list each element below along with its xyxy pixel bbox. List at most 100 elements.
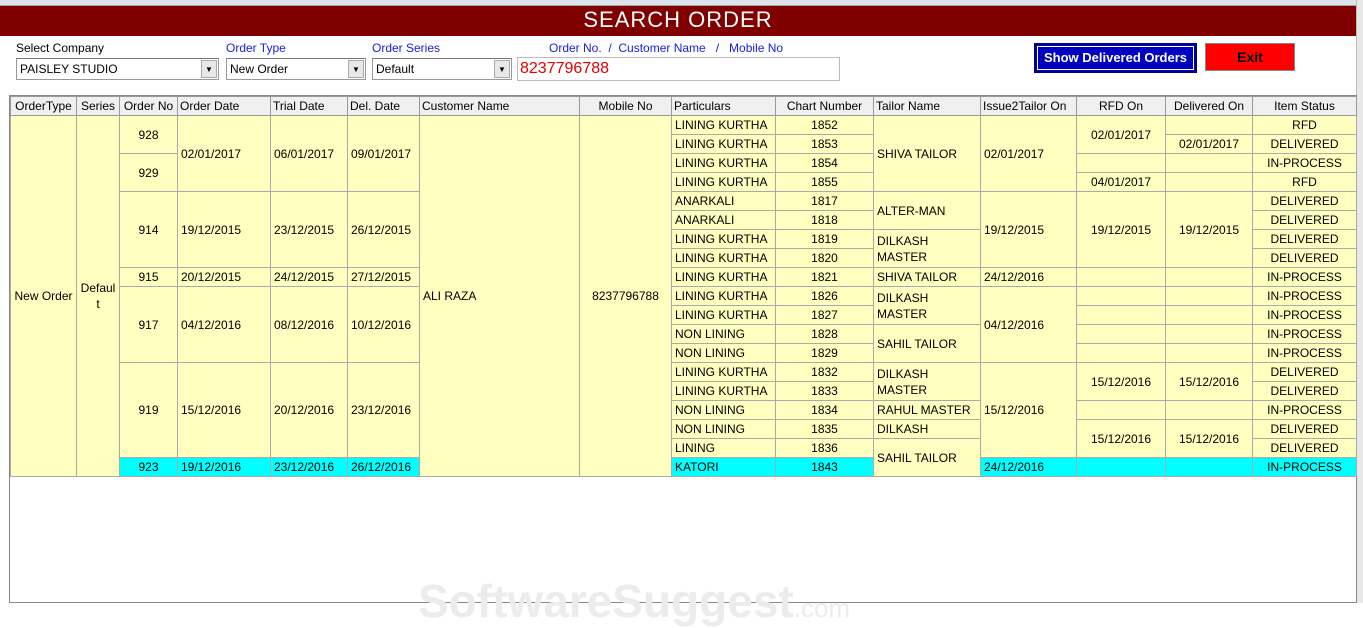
cell-trial_date[interactable]: 23/12/2015 [270, 191, 348, 268]
cell-status[interactable]: DELIVERED [1252, 191, 1357, 211]
cell-rfd[interactable]: 04/01/2017 [1076, 172, 1166, 192]
cell-tailor[interactable]: DILKASH MASTER [873, 362, 981, 401]
cell-status[interactable]: RFD [1252, 115, 1357, 135]
cell-chart[interactable]: 1817 [775, 191, 874, 211]
column-header-trial_date[interactable]: Trial Date [270, 96, 348, 116]
cell-issue[interactable]: 15/12/2016 [980, 362, 1077, 458]
table-row[interactable]: 915 20/12/2015 24/12/2015 27/12/2015 LINING … [11, 267, 1357, 287]
cell-rfd[interactable]: 02/01/2017 [1076, 115, 1166, 154]
cell-particulars[interactable]: LINING KURTHA [671, 134, 776, 154]
cell-issue[interactable]: 04/12/2016 [980, 286, 1077, 363]
cell-mobile[interactable]: 8237796788 [579, 115, 672, 477]
table-row[interactable]: 923 19/12/2016 23/12/2016 26/12/2016 KATORI 1… [11, 457, 1357, 477]
table-row[interactable]: 917 04/12/2016 08/12/2016 10/12/2016 LINING … [11, 286, 1357, 363]
cell-issue[interactable]: 19/12/2015 [980, 191, 1077, 268]
cell-order_type[interactable]: New Order [10, 115, 77, 477]
cell-status[interactable]: IN-PROCESS [1252, 343, 1357, 363]
cell-particulars[interactable]: LINING [671, 438, 776, 458]
cell-rfd[interactable] [1076, 267, 1166, 287]
cell-delivered[interactable]: 15/12/2016 [1165, 362, 1253, 401]
cell-status[interactable]: IN-PROCESS [1252, 400, 1357, 420]
cell-particulars[interactable]: NON LINING [671, 343, 776, 363]
cell-trial_date[interactable]: 08/12/2016 [270, 286, 348, 363]
cell-particulars[interactable]: LINING KURTHA [671, 362, 776, 382]
cell-order_no[interactable]: 929 [119, 153, 178, 192]
column-header-series[interactable]: Series [76, 96, 120, 116]
cell-tailor[interactable]: RAHUL MASTER [873, 400, 981, 420]
company-select[interactable]: PAISLEY STUDIO ▼ [16, 58, 219, 80]
column-header-issue[interactable]: Issue2Tailor On [980, 96, 1077, 116]
cell-trial_date[interactable]: 23/12/2016 [270, 457, 348, 477]
cell-chart[interactable]: 1832 [775, 362, 874, 382]
cell-chart[interactable]: 1827 [775, 305, 874, 325]
table-row[interactable]: 919 15/12/2016 20/12/2016 23/12/2016 LINING … [11, 362, 1357, 458]
cell-chart[interactable]: 1843 [775, 457, 874, 477]
cell-order_no[interactable]: 915 [119, 267, 178, 287]
cell-chart[interactable]: 1818 [775, 210, 874, 230]
cell-issue[interactable]: 02/01/2017 [980, 115, 1077, 192]
cell-chart[interactable]: 1836 [775, 438, 874, 458]
cell-particulars[interactable]: LINING KURTHA [671, 305, 776, 325]
cell-delivered[interactable] [1165, 457, 1253, 477]
table-row[interactable]: 914 19/12/2015 23/12/2015 26/12/2015 ANARKAL… [11, 191, 1357, 268]
cell-status[interactable]: DELIVERED [1252, 248, 1357, 268]
cell-delivered[interactable]: 02/01/2017 [1165, 134, 1253, 154]
cell-status[interactable]: DELIVERED [1252, 438, 1357, 458]
cell-rfd[interactable]: 15/12/2016 [1076, 419, 1166, 458]
cell-chart[interactable]: 1854 [775, 153, 874, 173]
cell-particulars[interactable]: ANARKALI [671, 191, 776, 211]
cell-del_date[interactable]: 10/12/2016 [347, 286, 420, 363]
window-scrollbar[interactable] [1356, 0, 1363, 603]
cell-delivered[interactable] [1165, 172, 1253, 192]
cell-status[interactable]: IN-PROCESS [1252, 457, 1357, 477]
show-delivered-orders-button[interactable]: Show Delivered Orders [1034, 43, 1197, 73]
cell-chart[interactable]: 1835 [775, 419, 874, 439]
cell-status[interactable]: IN-PROCESS [1252, 305, 1357, 325]
cell-particulars[interactable]: NON LINING [671, 324, 776, 344]
cell-order_no[interactable]: 917 [119, 286, 178, 363]
cell-status[interactable]: DELIVERED [1252, 362, 1357, 382]
cell-delivered[interactable] [1165, 115, 1253, 135]
column-header-order_date[interactable]: Order Date [177, 96, 271, 116]
cell-trial_date[interactable]: 06/01/2017 [270, 115, 348, 192]
cell-chart[interactable]: 1833 [775, 381, 874, 401]
cell-rfd[interactable] [1076, 286, 1166, 306]
cell-rfd[interactable] [1076, 305, 1166, 325]
cell-delivered[interactable] [1165, 343, 1253, 363]
cell-series[interactable]: Default [76, 115, 120, 477]
cell-particulars[interactable]: LINING KURTHA [671, 229, 776, 249]
cell-delivered[interactable] [1165, 267, 1253, 287]
cell-delivered[interactable]: 19/12/2015 [1165, 191, 1253, 268]
cell-chart[interactable]: 1855 [775, 172, 874, 192]
cell-rfd[interactable] [1076, 400, 1166, 420]
cell-status[interactable]: IN-PROCESS [1252, 267, 1357, 287]
column-header-order_type[interactable]: OrderType [10, 96, 77, 116]
cell-order_date[interactable]: 15/12/2016 [177, 362, 271, 458]
column-header-rfd[interactable]: RFD On [1076, 96, 1166, 116]
cell-rfd[interactable] [1076, 324, 1166, 344]
cell-issue[interactable]: 24/12/2016 [980, 267, 1077, 287]
cell-delivered[interactable] [1165, 286, 1253, 306]
cell-particulars[interactable]: LINING KURTHA [671, 286, 776, 306]
cell-tailor[interactable]: SHIVA TAILOR [873, 115, 981, 192]
cell-order_no[interactable]: 919 [119, 362, 178, 458]
search-input[interactable]: 8237796788 [517, 57, 840, 81]
cell-tailor[interactable]: SHIVA TAILOR [873, 267, 981, 287]
cell-particulars[interactable]: KATORI [671, 457, 776, 477]
cell-particulars[interactable]: LINING KURTHA [671, 381, 776, 401]
cell-rfd[interactable] [1076, 457, 1166, 477]
cell-status[interactable]: DELIVERED [1252, 381, 1357, 401]
cell-delivered[interactable] [1165, 305, 1253, 325]
cell-status[interactable]: IN-PROCESS [1252, 286, 1357, 306]
cell-order_no[interactable]: 914 [119, 191, 178, 268]
cell-order_date[interactable]: 20/12/2015 [177, 267, 271, 287]
cell-order_date[interactable]: 19/12/2016 [177, 457, 271, 477]
cell-tailor[interactable]: SAHIL TAILOR [873, 324, 981, 363]
exit-button[interactable]: Exit [1205, 43, 1295, 71]
cell-tailor[interactable]: SAHIL TAILOR [873, 438, 981, 477]
order-type-select[interactable]: New Order ▼ [226, 58, 366, 80]
cell-trial_date[interactable]: 24/12/2015 [270, 267, 348, 287]
chevron-down-icon[interactable]: ▼ [201, 60, 217, 78]
cell-delivered[interactable]: 15/12/2016 [1165, 419, 1253, 458]
column-header-particulars[interactable]: Particulars [671, 96, 776, 116]
